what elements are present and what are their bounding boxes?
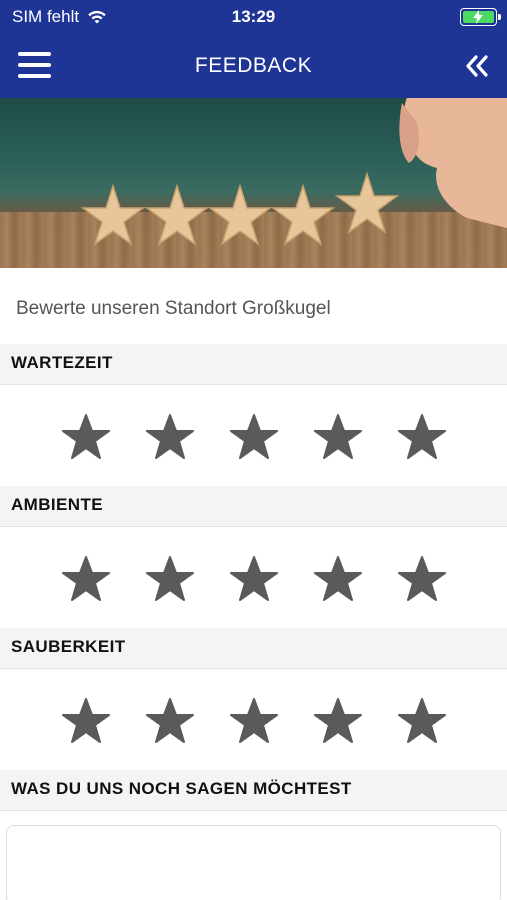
star-rating (0, 669, 507, 770)
double-chevron-left-icon[interactable] (463, 52, 491, 80)
wooden-stars-image (80, 171, 400, 246)
section-title: WARTEZEIT (0, 344, 507, 385)
star-icon[interactable] (305, 549, 370, 609)
hero-image (0, 98, 507, 268)
star-icon[interactable] (305, 691, 370, 751)
rating-section-ambiente: AMBIENTE (0, 486, 507, 628)
star-icon[interactable] (389, 407, 454, 467)
star-icon[interactable] (389, 691, 454, 751)
intro-text: Bewerte unseren Standort Großkugel (16, 298, 331, 319)
star-icon[interactable] (53, 549, 118, 609)
section-title: SAUBERKEIT (0, 628, 507, 669)
rating-section-sauberkeit: SAUBERKEIT (0, 628, 507, 770)
star-icon[interactable] (389, 549, 454, 609)
star-icon[interactable] (137, 549, 202, 609)
star-icon[interactable] (137, 691, 202, 751)
section-title: WAS DU UNS NOCH SAGEN MÖCHTEST (0, 770, 507, 811)
star-icon[interactable] (137, 407, 202, 467)
rating-section-wartezeit: WARTEZEIT (0, 344, 507, 486)
comment-section: WAS DU UNS NOCH SAGEN MÖCHTEST (0, 770, 507, 900)
page-title: FEEDBACK (194, 54, 313, 77)
star-icon[interactable] (221, 407, 286, 467)
star-icon[interactable] (305, 407, 370, 467)
section-title: AMBIENTE (0, 486, 507, 527)
star-rating (0, 385, 507, 486)
battery-icon (460, 8, 501, 26)
star-icon[interactable] (221, 549, 286, 609)
status-bar: SIM fehlt 13:29 (0, 0, 507, 34)
app-header: SIM fehlt 13:29 FEEDBACK (0, 0, 507, 98)
comment-field[interactable] (6, 825, 501, 900)
navigation-bar: FEEDBACK (0, 34, 507, 98)
star-rating (0, 527, 507, 628)
status-time: 13:29 (231, 7, 276, 26)
star-icon[interactable] (53, 691, 118, 751)
charging-bolt-icon (473, 10, 483, 24)
star-icon[interactable] (221, 691, 286, 751)
star-icon[interactable] (53, 407, 118, 467)
comment-wrapper (0, 811, 507, 900)
